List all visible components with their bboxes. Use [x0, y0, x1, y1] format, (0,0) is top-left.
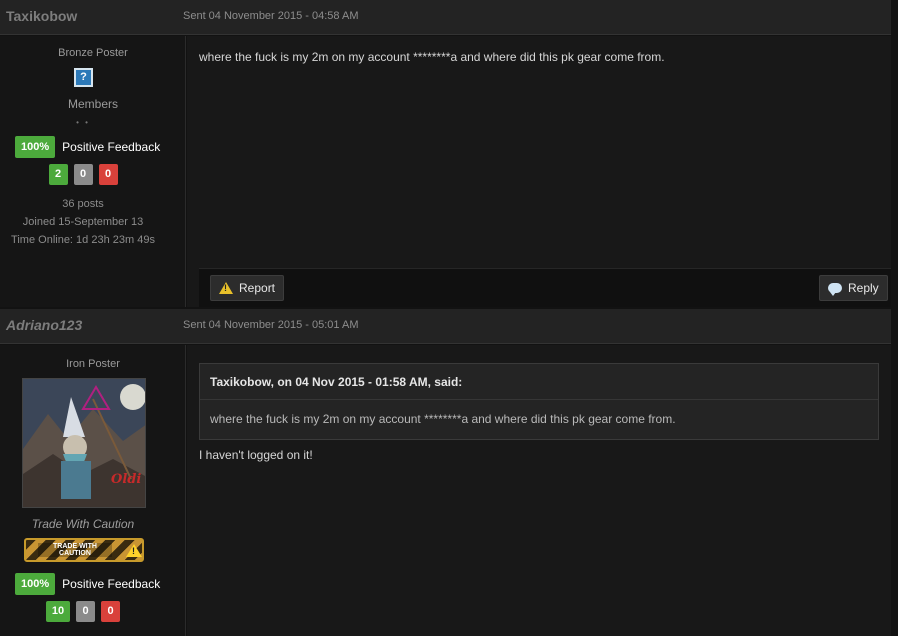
- neutral-count: 0: [73, 164, 93, 185]
- avatar-logo-text: Oldi Daddy: [111, 472, 146, 487]
- member-group: Members: [67, 97, 118, 111]
- default-avatar-icon[interactable]: ?: [74, 68, 93, 87]
- avatar-image: Oldi Daddy: [23, 379, 146, 507]
- warning-icon: [219, 282, 233, 294]
- post-date: Sent 04 November 2015 - 05:01 AM: [183, 319, 359, 331]
- feedback-label[interactable]: Positive Feedback: [62, 577, 160, 591]
- positive-count: 10: [46, 601, 70, 622]
- warning-icon: [126, 543, 142, 557]
- post-content: [187, 36, 891, 307]
- feedback-percent-badge: 100%: [15, 573, 56, 595]
- post-count: 36 posts: [62, 198, 104, 210]
- rank-pips: • •: [76, 118, 90, 127]
- trade-caution-badge: TRADE WITH CAUTION: [24, 538, 144, 562]
- post-author-name[interactable]: Adriano123: [6, 317, 82, 333]
- speech-bubble-icon: [828, 283, 842, 296]
- feedback-counts: 2 0 0: [0, 164, 166, 185]
- feedback-summary: 100% Positive Feedback: [15, 573, 160, 595]
- positive-count: 2: [48, 164, 68, 185]
- caution-badge-text: TRADE WITH CAUTION: [38, 543, 112, 557]
- feedback-counts: 10 0 0: [0, 601, 166, 622]
- member-title: Trade With Caution: [31, 517, 135, 531]
- post-actions-bar: Report Reply: [199, 268, 891, 307]
- feedback-summary: 100% Positive Feedback: [15, 136, 160, 158]
- time-online: Time Online: 1d 23h 23m 49s: [11, 234, 155, 246]
- avatar[interactable]: Oldi Daddy: [22, 378, 146, 508]
- report-button-label: Report: [239, 281, 276, 295]
- negative-count: 0: [98, 164, 118, 185]
- post-author-name[interactable]: Taxikobow: [6, 8, 77, 24]
- member-rank: Bronze Poster: [58, 47, 128, 59]
- member-rank: Iron Poster: [66, 358, 120, 370]
- join-date: Joined 15-September 13: [22, 216, 144, 228]
- feedback-percent-badge: 100%: [15, 136, 56, 158]
- post-header: Taxikobow Sent 04 November 2015 - 04:58 …: [0, 0, 891, 35]
- reply-button[interactable]: Reply: [819, 275, 888, 301]
- report-button[interactable]: Report: [210, 275, 285, 301]
- quote-text: where the fuck is my 2m on my account **…: [210, 412, 676, 426]
- post-message: I haven't logged on it!: [199, 448, 313, 462]
- quote-citation[interactable]: Taxikobow, on 04 Nov 2015 - 01:58 AM, sa…: [200, 364, 878, 400]
- post-header: Adriano123 Sent 04 November 2015 - 05:01…: [0, 309, 891, 344]
- post-message: where the fuck is my 2m on my account **…: [199, 50, 665, 64]
- neutral-count: 0: [76, 601, 95, 622]
- feedback-label[interactable]: Positive Feedback: [62, 140, 160, 154]
- negative-count: 0: [101, 601, 120, 622]
- quote-block: Taxikobow, on 04 Nov 2015 - 01:58 AM, sa…: [199, 363, 879, 440]
- reply-button-label: Reply: [848, 281, 879, 295]
- post-date: Sent 04 November 2015 - 04:58 AM: [183, 10, 359, 22]
